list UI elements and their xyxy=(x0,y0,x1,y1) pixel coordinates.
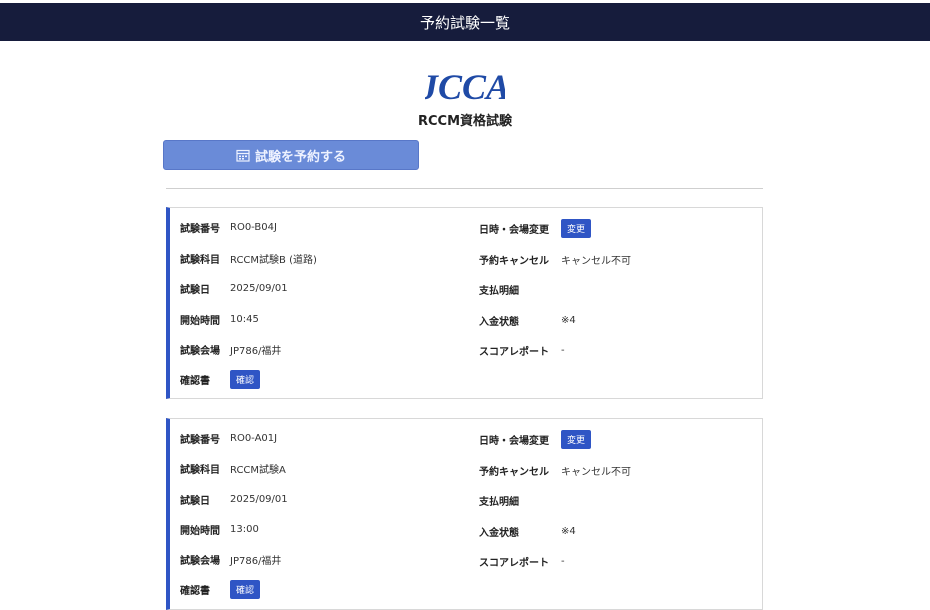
exam-subject-label: 試験科目 xyxy=(180,464,220,476)
venue-value: JP786/福井 xyxy=(230,555,282,567)
payment-detail-label: 支払明細 xyxy=(479,285,519,297)
jcca-logo-mark: JCCA xyxy=(425,67,505,106)
reserve-exam-button[interactable]: 試験を予約する xyxy=(163,140,419,170)
start-time-label: 開始時間 xyxy=(180,315,220,327)
payment-status-value: ※4 xyxy=(561,314,576,326)
payment-status-value: ※4 xyxy=(561,525,576,537)
exam-date-row: 試験日 2025/09/01 xyxy=(180,489,288,509)
venue-value: JP786/福井 xyxy=(230,345,282,357)
page-header: 予約試験一覧 xyxy=(0,3,930,41)
cancel-value: キャンセル不可 xyxy=(561,255,631,267)
calendar-icon xyxy=(236,149,250,162)
exam-card: 試験番号 RO0-B04J 試験科目 RCCM試験B (道路) 試験日 2025… xyxy=(166,207,763,399)
exam-number-value: RO0-A01J xyxy=(230,432,278,444)
payment-detail-row: 支払明細 xyxy=(479,279,561,299)
datetime-change-label: 日時・会場変更 xyxy=(479,435,549,447)
logo-subtitle: RCCM資格試験 xyxy=(417,114,513,129)
score-report-row: スコアレポート - xyxy=(479,340,565,360)
payment-status-row: 入金状態 ※4 xyxy=(479,310,576,330)
change-button[interactable]: 変更 xyxy=(561,429,592,449)
score-report-value: - xyxy=(561,344,565,356)
cancel-label: 予約キャンセル xyxy=(479,466,549,478)
start-time-value: 10:45 xyxy=(230,313,259,325)
cancel-value: キャンセル不可 xyxy=(561,466,631,478)
venue-row: 試験会場 JP786/福井 xyxy=(180,549,281,569)
score-report-label: スコアレポート xyxy=(479,557,549,569)
exam-date-label: 試験日 xyxy=(180,284,210,296)
payment-detail-label: 支払明細 xyxy=(479,496,519,508)
exam-date-value: 2025/09/01 xyxy=(230,493,288,505)
exam-number-label: 試験番号 xyxy=(180,434,220,446)
exam-subject-value: RCCM試験B (道路) xyxy=(230,254,317,266)
start-time-row: 開始時間 13:00 xyxy=(180,519,259,539)
score-report-value: - xyxy=(561,555,565,567)
score-report-label: スコアレポート xyxy=(479,346,549,358)
confirmation-row: 確認書 確認 xyxy=(180,579,261,599)
cancel-label: 予約キャンセル xyxy=(479,255,549,267)
score-report-row: スコアレポート - xyxy=(479,551,565,571)
start-time-label: 開始時間 xyxy=(180,525,220,537)
exam-number-row: 試験番号 RO0-A01J xyxy=(180,428,277,448)
datetime-change-row: 日時・会場変更 変更 xyxy=(479,429,592,449)
change-button[interactable]: 変更 xyxy=(561,218,592,238)
section-divider xyxy=(166,188,763,189)
exam-number-value: RO0-B04J xyxy=(230,221,277,233)
venue-label: 試験会場 xyxy=(180,555,220,567)
payment-status-label: 入金状態 xyxy=(479,527,519,539)
confirm-button[interactable]: 確認 xyxy=(230,579,261,599)
confirmation-label: 確認書 xyxy=(180,585,210,597)
exam-subject-row: 試験科目 RCCM試験A xyxy=(180,458,286,478)
exam-number-row: 試験番号 RO0-B04J xyxy=(180,217,277,237)
exam-date-row: 試験日 2025/09/01 xyxy=(180,278,288,298)
cancel-row: 予約キャンセル キャンセル不可 xyxy=(479,249,631,269)
venue-row: 試験会場 JP786/福井 xyxy=(180,339,281,359)
confirmation-row: 確認書 確認 xyxy=(180,369,261,389)
confirmation-label: 確認書 xyxy=(180,375,210,387)
reserve-exam-button-label: 試験を予約する xyxy=(254,149,346,165)
page-title: 予約試験一覧 xyxy=(419,13,510,32)
exam-number-label: 試験番号 xyxy=(180,223,220,235)
exam-subject-value: RCCM試験A xyxy=(230,464,286,476)
payment-detail-row: 支払明細 xyxy=(479,490,561,510)
payment-status-label: 入金状態 xyxy=(479,316,519,328)
payment-status-row: 入金状態 ※4 xyxy=(479,521,576,541)
datetime-change-label: 日時・会場変更 xyxy=(479,224,549,236)
exam-date-value: 2025/09/01 xyxy=(230,282,288,294)
start-time-row: 開始時間 10:45 xyxy=(180,309,259,329)
jcca-logo: JCCA RCCM資格試験 xyxy=(0,66,930,129)
cancel-row: 予約キャンセル キャンセル不可 xyxy=(479,460,631,480)
start-time-value: 13:00 xyxy=(230,523,259,535)
exam-subject-row: 試験科目 RCCM試験B (道路) xyxy=(180,248,317,268)
logo-mark-text: JCCA xyxy=(425,67,505,106)
confirm-button[interactable]: 確認 xyxy=(230,369,261,389)
venue-label: 試験会場 xyxy=(180,345,220,357)
exam-subject-label: 試験科目 xyxy=(180,254,220,266)
datetime-change-row: 日時・会場変更 変更 xyxy=(479,218,592,238)
exam-card: 試験番号 RO0-A01J 試験科目 RCCM試験A 試験日 2025/09/0… xyxy=(166,418,763,610)
exam-date-label: 試験日 xyxy=(180,495,210,507)
